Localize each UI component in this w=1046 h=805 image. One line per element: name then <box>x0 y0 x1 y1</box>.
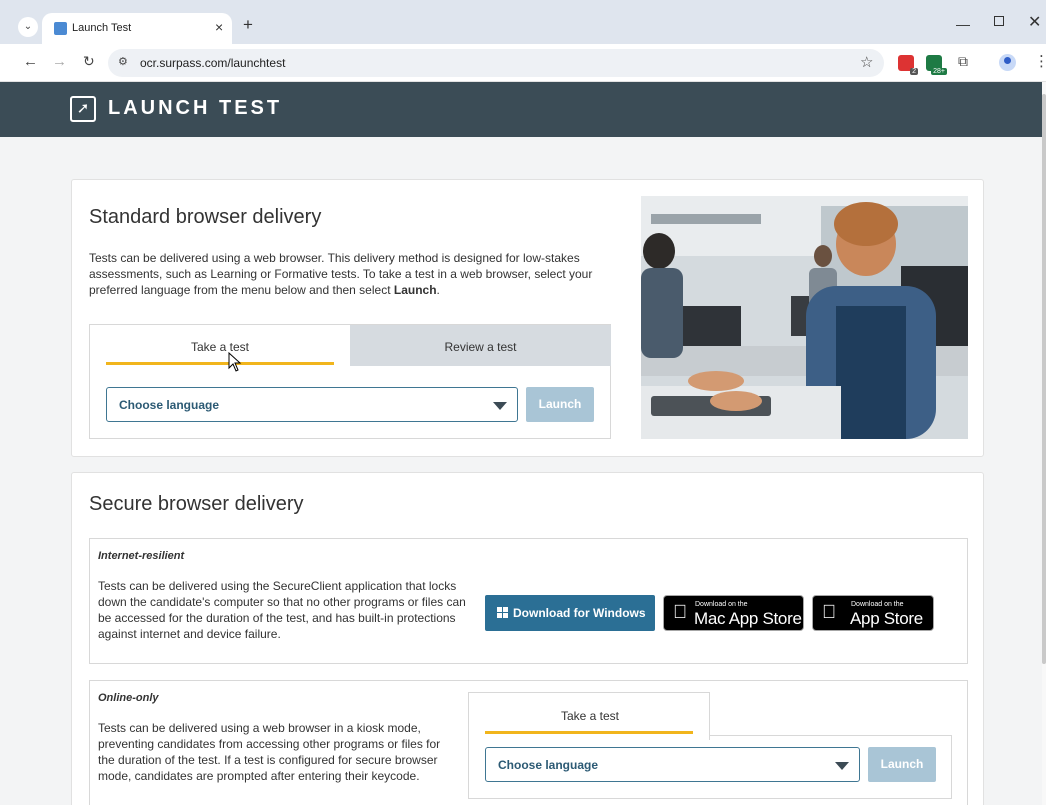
rocket-icon: ➚ <box>70 96 96 122</box>
close-icon[interactable]: × <box>215 19 223 35</box>
app-store-small-text: Download on the <box>851 601 904 608</box>
launch-button[interactable]: Launch <box>868 747 936 782</box>
mac-app-store-button[interactable]:  Download on the Mac App Store <box>663 595 804 631</box>
online-only-title: Online-only <box>98 692 159 704</box>
omnibox[interactable]: ⚙ ocr.surpass.com/launchtest ☆ <box>108 49 884 77</box>
page-scrollbar[interactable] <box>1042 82 1046 805</box>
active-tab-underline <box>485 731 693 734</box>
internet-resilient-panel: Internet-resilient Tests can be delivere… <box>89 538 968 664</box>
windows-icon <box>497 607 509 619</box>
online-only-tab-content: Choose language Launch <box>468 735 952 799</box>
star-icon[interactable]: ☆ <box>860 53 873 71</box>
browser-tab-strip: ⌄ Launch Test × + — ✕ <box>0 0 1046 44</box>
app-store-button[interactable]:  Download on the App Store <box>812 595 934 631</box>
mouse-cursor-icon <box>228 352 242 372</box>
tab-take-a-test-label: Take a test <box>190 340 250 354</box>
language-select[interactable]: Choose language <box>106 387 518 422</box>
plus-icon[interactable]: + <box>243 15 253 35</box>
secure-delivery-card: Secure browser delivery Internet-resilie… <box>71 472 984 805</box>
extension-badge: 28+ <box>931 68 947 75</box>
back-icon[interactable]: ← <box>23 53 38 70</box>
online-only-panel: Online-only Tests can be delivered using… <box>89 680 968 805</box>
apple-icon:  <box>822 602 836 624</box>
active-tab-underline <box>106 362 334 365</box>
url-text[interactable]: ocr.surpass.com/launchtest <box>140 56 285 70</box>
tab-review-a-test[interactable]: Review a test <box>350 325 611 366</box>
standard-tabs-panel: Take a test Review a test Choose languag… <box>89 324 611 439</box>
apple-icon:  <box>673 602 687 624</box>
address-toolbar: ← → ↻ ⚙ ocr.surpass.com/launchtest ☆ 2 2… <box>0 44 1046 82</box>
launch-button[interactable]: Launch <box>526 387 594 422</box>
extension-badge: 2 <box>910 68 918 75</box>
mac-store-big-text: Mac App Store <box>694 609 802 628</box>
standard-delivery-card: Standard browser delivery Tests can be d… <box>71 179 984 457</box>
window-close-icon[interactable]: ✕ <box>1028 12 1041 32</box>
tab-take-a-test[interactable]: Take a test <box>468 692 710 740</box>
internet-resilient-description: Tests can be delivered using the SecureC… <box>98 579 466 641</box>
tab-title: Launch Test <box>72 22 132 34</box>
language-select-value: Choose language <box>498 758 599 772</box>
maximize-icon[interactable] <box>994 16 1004 26</box>
site-settings-icon[interactable]: ⚙ <box>118 55 128 68</box>
profile-icon[interactable] <box>999 54 1016 71</box>
site-header: ➚ LAUNCH TEST <box>0 82 1042 137</box>
tab-search-icon[interactable]: ⌄ <box>18 17 38 37</box>
office-photo <box>641 196 968 439</box>
download-windows-button[interactable]: Download for Windows <box>485 595 655 631</box>
tab-take-a-test[interactable]: Take a test <box>90 325 350 366</box>
extension-icon[interactable]: 2 <box>898 55 918 75</box>
reload-icon[interactable]: ↻ <box>83 53 95 70</box>
standard-delivery-description: Tests can be delivered using a web brows… <box>89 251 593 297</box>
internet-resilient-title: Internet-resilient <box>98 550 185 562</box>
caret-down-icon <box>493 402 507 410</box>
minimize-icon[interactable]: — <box>956 16 970 32</box>
online-only-description: Tests can be delivered using a web brows… <box>98 721 441 783</box>
app-store-big-text: App Store <box>850 609 923 628</box>
download-windows-label: Download for Windows <box>513 606 646 620</box>
browser-tab[interactable]: Launch Test × <box>42 13 232 44</box>
extension-icon[interactable]: 28+ <box>926 55 947 75</box>
tab-review-a-test-label: Review a test <box>444 340 517 354</box>
language-select-value: Choose language <box>119 398 220 412</box>
language-select[interactable]: Choose language <box>485 747 860 782</box>
standard-delivery-heading: Standard browser delivery <box>89 206 322 228</box>
menu-icon[interactable]: ⋮ <box>1034 52 1046 70</box>
page-title: LAUNCH TEST <box>108 97 283 119</box>
secure-delivery-heading: Secure browser delivery <box>89 493 304 515</box>
favicon-icon <box>54 22 67 35</box>
mac-store-small-text: Download on the <box>695 601 748 608</box>
puzzle-icon[interactable]: ⧉ <box>958 53 968 70</box>
caret-down-icon <box>835 762 849 770</box>
tab-take-a-test-label: Take a test <box>560 709 620 723</box>
forward-icon[interactable]: → <box>52 53 67 70</box>
